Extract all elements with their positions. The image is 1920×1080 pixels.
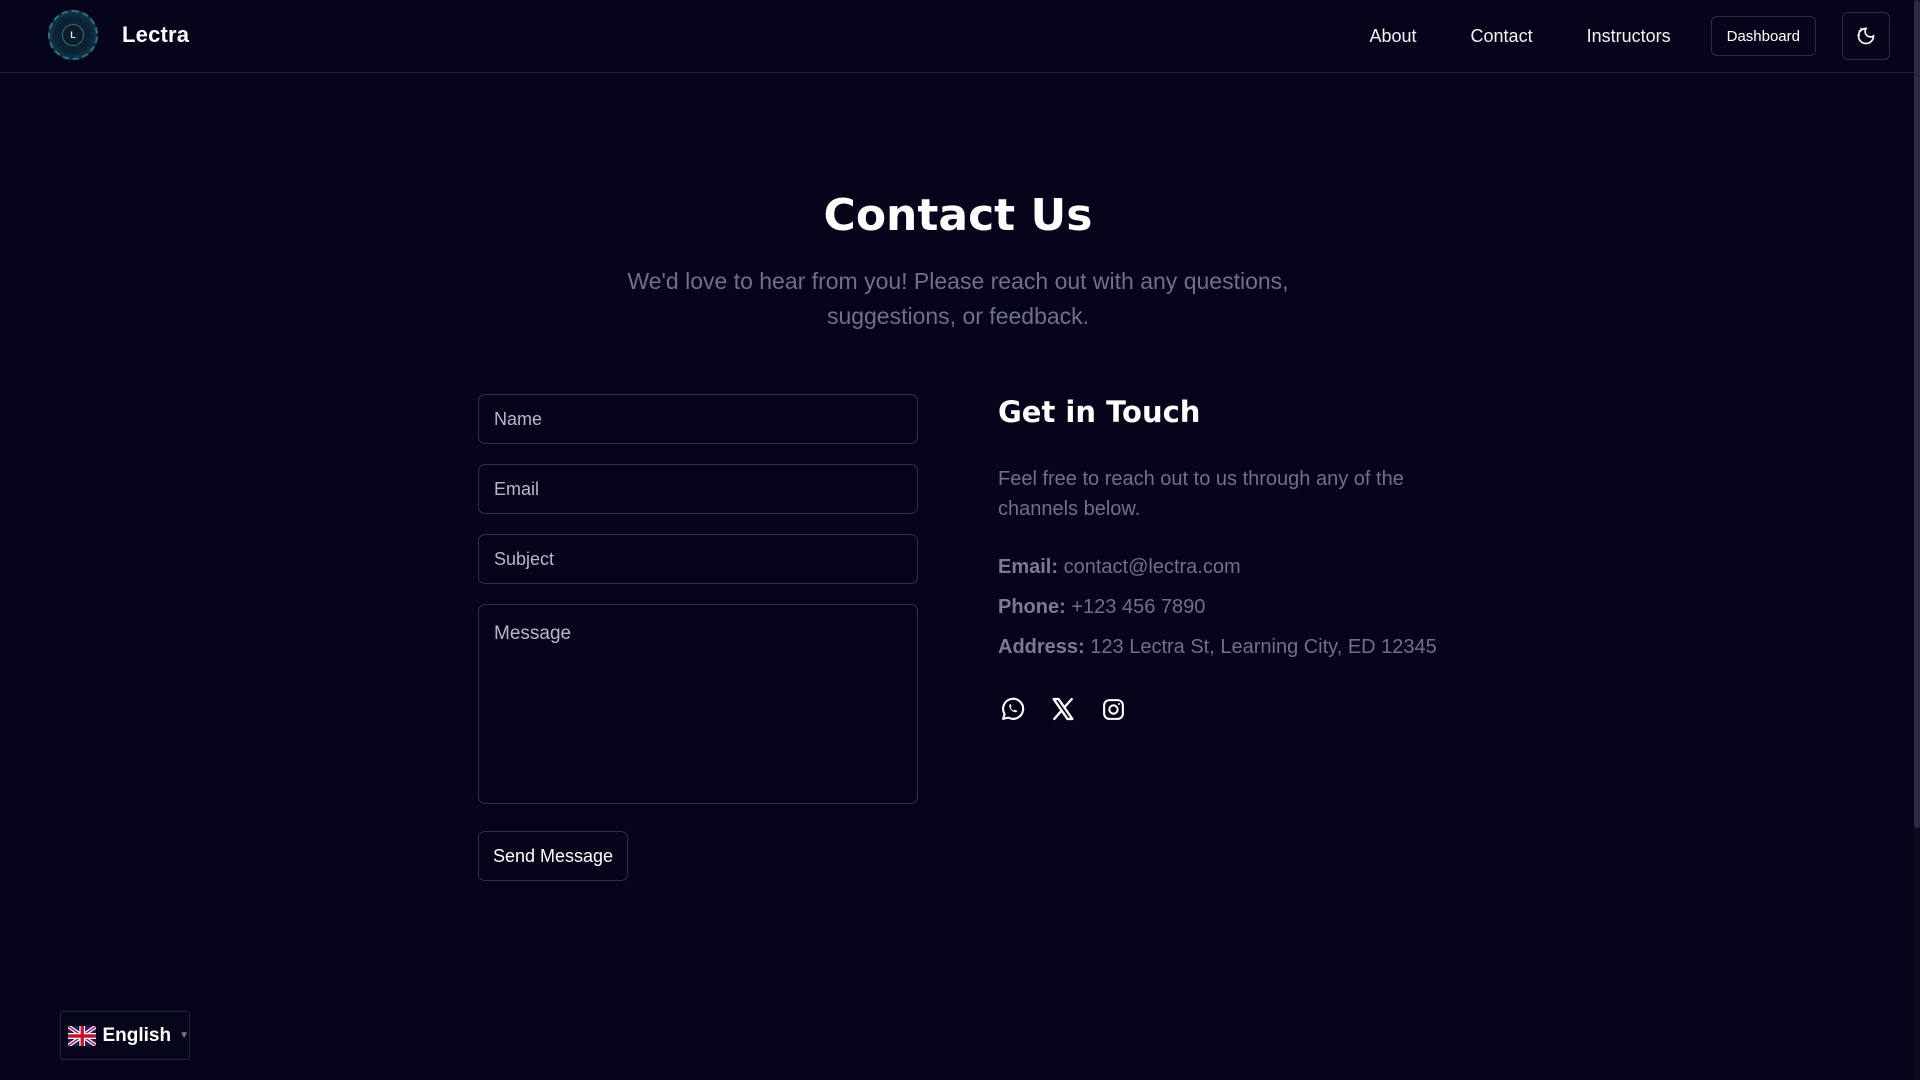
navbar: L Lectra About Contact Instructors Dashb… xyxy=(0,0,1920,73)
whatsapp-link[interactable] xyxy=(998,694,1028,724)
theme-toggle-button[interactable] xyxy=(1842,12,1890,60)
get-in-touch-description: Feel free to reach out to us through any… xyxy=(998,468,1404,520)
send-message-button[interactable]: Send Message xyxy=(478,831,628,881)
brand-name: Lectra xyxy=(122,22,190,47)
contact-phone: Phone: +123 456 7890 xyxy=(998,596,1205,619)
email-label: Email: xyxy=(998,556,1059,578)
brand-link[interactable]: L Lectra xyxy=(48,10,189,60)
x-link[interactable] xyxy=(1048,694,1078,724)
x-icon xyxy=(1052,697,1074,721)
contact-email: Email: contact@lectra.com xyxy=(998,556,1241,579)
social-links xyxy=(998,694,1148,724)
nav-links: About Contact Instructors Dashboard xyxy=(1369,0,1920,72)
subject-input[interactable] xyxy=(478,534,918,584)
language-label: English xyxy=(102,1024,172,1046)
email-value: contact@lectra.com xyxy=(1063,556,1241,578)
nav-contact[interactable]: Contact xyxy=(1471,26,1533,47)
nav-instructors[interactable]: Instructors xyxy=(1587,26,1671,47)
phone-value: +123 456 7890 xyxy=(1071,596,1206,618)
scrollbar-thumb[interactable] xyxy=(1914,0,1920,828)
instagram-icon xyxy=(1102,698,1124,720)
nav-about[interactable]: About xyxy=(1369,26,1416,47)
chevron-down-icon: ▼ xyxy=(179,1030,189,1041)
scrollbar[interactable] xyxy=(1914,0,1920,1080)
language-selector[interactable]: English ▼ xyxy=(60,1011,190,1060)
phone-label: Phone: xyxy=(998,596,1066,618)
address-label: Address: xyxy=(998,636,1085,658)
instagram-link[interactable] xyxy=(1098,694,1128,724)
uk-flag-icon xyxy=(68,1025,97,1046)
email-input[interactable] xyxy=(478,464,918,514)
message-textarea[interactable] xyxy=(478,604,918,804)
address-value: 123 Lectra St, Learning City, ED 12345 xyxy=(1090,636,1437,658)
name-input[interactable] xyxy=(478,394,918,444)
logo-icon: L xyxy=(48,10,98,60)
logo-letter: L xyxy=(62,24,84,46)
page-title: Contact Us xyxy=(823,190,1093,241)
contact-address: Address: 123 Lectra St, Learning City, E… xyxy=(998,636,1437,659)
theme-toggle-icon xyxy=(1857,27,1875,45)
get-in-touch-heading: Get in Touch xyxy=(998,395,1201,429)
page-subtitle: We'd love to hear from you! Please reach… xyxy=(627,268,1289,329)
dashboard-button[interactable]: Dashboard xyxy=(1710,16,1816,56)
whatsapp-icon xyxy=(1002,697,1025,720)
